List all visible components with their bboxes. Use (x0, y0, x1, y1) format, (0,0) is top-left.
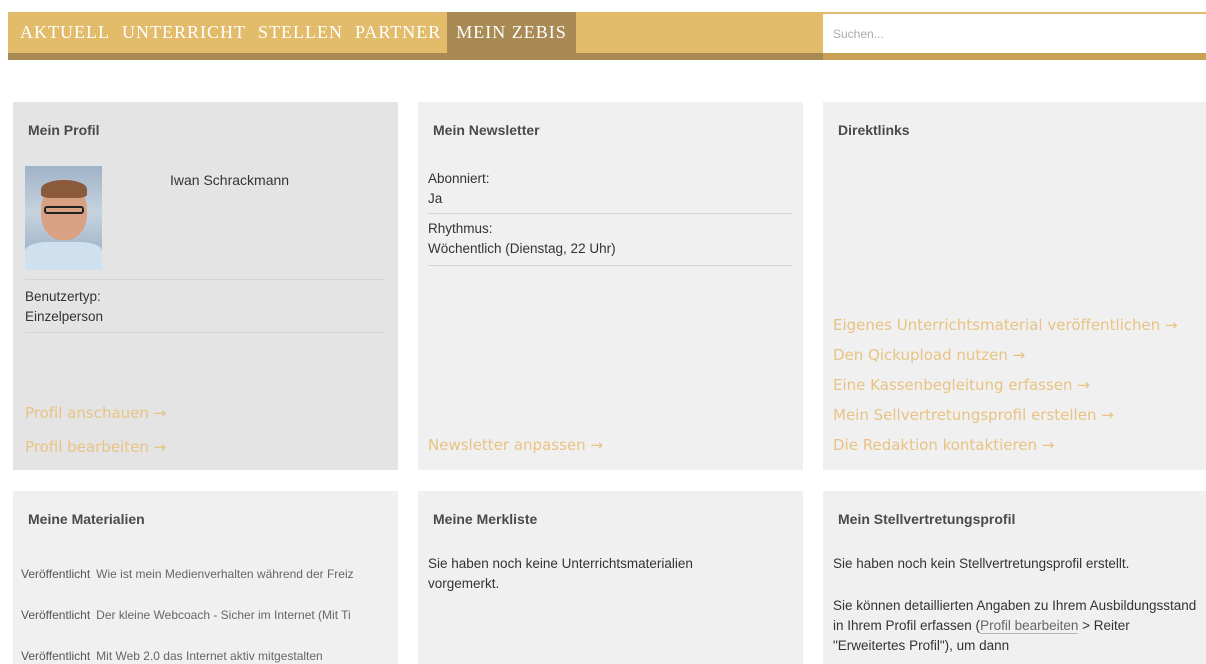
nav-stellen[interactable]: STELLEN (252, 12, 349, 53)
avatar (25, 166, 102, 270)
direct-link-publish[interactable]: Eigenes Unterrichtsmaterial veröffentlic… (833, 316, 1178, 334)
edit-profile-inline-link[interactable]: Profil bearbeiten (980, 618, 1079, 634)
list-item: Veröffentlicht Der kleine Webcoach - Sich… (21, 608, 391, 622)
watchlist-card: Meine Merkliste Sie haben noch keine Unt… (418, 491, 803, 664)
usertype-value: Einzelperson (25, 309, 104, 324)
materials-title: Meine Materialien (28, 511, 145, 527)
avatar-hair (41, 180, 87, 198)
profile-card: Mein Profil Iwan Schrackmann Benutzertyp… (13, 102, 398, 470)
nav-mein-zebis[interactable]: MEIN ZEBIS (447, 12, 576, 53)
usertype-label: Benutzertyp: (25, 289, 101, 304)
list-item: Veröffentlicht Mit Web 2.0 das Internet a… (21, 649, 391, 663)
search-input[interactable] (831, 14, 1195, 53)
nav-underline-left (8, 53, 823, 60)
newsletter-adjust-link[interactable]: Newsletter anpassen → (428, 436, 603, 454)
subscribed-value: Ja (428, 191, 443, 206)
materials-card: Meine Materialien Veröffentlicht Wie ist … (13, 491, 398, 664)
direct-links-card: Direktlinks Eigenes Unterrichtsmaterial … (823, 102, 1206, 470)
material-status: Veröffentlicht (21, 608, 91, 622)
view-profile-link[interactable]: Profil anschauen → (25, 404, 166, 422)
top-navigation: AKTUELL UNTERRICHT STELLEN PARTNER MEIN … (0, 0, 1206, 60)
main-menu: AKTUELL UNTERRICHT STELLEN PARTNER MEIN … (8, 12, 576, 53)
substitute-profile-card: Mein Stellvertretungsprofil Sie haben no… (823, 491, 1206, 664)
substitute-text-1: Sie haben noch kein Stellvertretungsprof… (833, 556, 1130, 571)
direct-link-substitute-profile[interactable]: Mein Sellvertretungsprofil erstellen → (833, 406, 1114, 424)
avatar-shirt (25, 242, 102, 270)
divider (25, 332, 385, 333)
material-link[interactable]: Der kleine Webcoach - Sicher im Internet… (96, 608, 351, 622)
material-link[interactable]: Wie ist mein Medienverhalten während der… (96, 567, 354, 581)
divider (428, 213, 793, 214)
rhythm-label: Rhythmus: (428, 221, 493, 236)
watchlist-empty-text: Sie haben noch keine Unterrichtsmaterial… (428, 556, 693, 591)
nav-aktuell[interactable]: AKTUELL (8, 12, 116, 53)
divider (428, 265, 793, 266)
material-status: Veröffentlicht (21, 567, 91, 581)
material-link[interactable]: Mit Web 2.0 das Internet aktiv mitgestal… (96, 649, 323, 663)
newsletter-card: Mein Newsletter Abonniert: Ja Rhythmus: … (418, 102, 803, 470)
direct-link-contact[interactable]: Die Redaktion kontaktieren → (833, 436, 1054, 454)
substitute-profile-title: Mein Stellvertretungsprofil (838, 511, 1016, 527)
substitute-text-2: Sie können detaillierten Angaben zu Ihre… (833, 596, 1203, 656)
direct-links-title: Direktlinks (838, 122, 910, 138)
search-box (823, 12, 1206, 53)
nav-unterricht[interactable]: UNTERRICHT (116, 12, 252, 53)
material-status: Veröffentlicht (21, 649, 91, 663)
edit-profile-link[interactable]: Profil bearbeiten → (25, 438, 166, 456)
nav-partner[interactable]: PARTNER (349, 12, 447, 53)
profile-name: Iwan Schrackmann (170, 172, 290, 188)
avatar-glasses (44, 206, 84, 214)
direct-link-quickupload[interactable]: Den Qickupload nutzen → (833, 346, 1025, 364)
newsletter-title: Mein Newsletter (433, 122, 540, 138)
profile-title: Mein Profil (28, 122, 100, 138)
rhythm-value: Wöchentlich (Dienstag, 22 Uhr) (428, 241, 616, 256)
direct-link-accompaniment[interactable]: Eine Kassenbegleitung erfassen → (833, 376, 1090, 394)
divider (25, 279, 385, 280)
list-item: Veröffentlicht Wie ist mein Medienverhalt… (21, 567, 391, 581)
watchlist-title: Meine Merkliste (433, 511, 538, 527)
subscribed-label: Abonniert: (428, 171, 490, 186)
